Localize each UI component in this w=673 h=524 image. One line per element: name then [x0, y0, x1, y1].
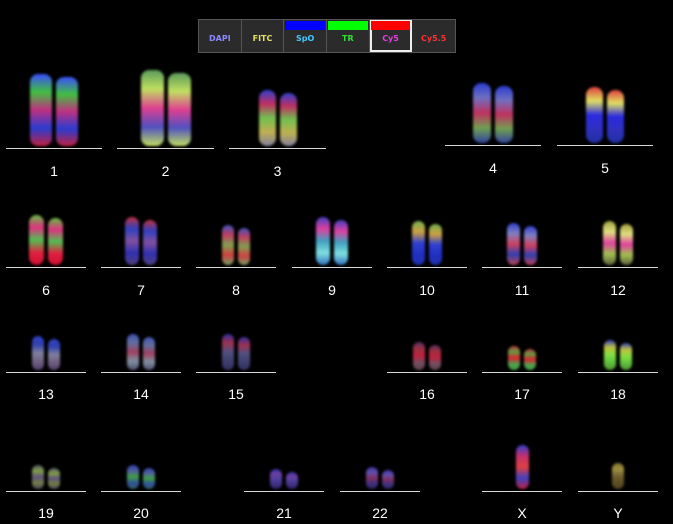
chromosome-homolog[interactable]: [382, 470, 394, 489]
chromosome-label: 20: [133, 505, 149, 521]
chromosome-slot-19[interactable]: 19: [6, 0, 86, 524]
chromosome-slot-22[interactable]: 22: [340, 0, 420, 524]
chromosome-homolog[interactable]: [48, 468, 60, 489]
chromosome-slot-y[interactable]: Y: [578, 0, 658, 524]
chromosome-homolog[interactable]: [143, 468, 155, 489]
chromosome-baseline: [6, 491, 86, 492]
chromosome-baseline: [578, 491, 658, 492]
chromosome-baseline: [244, 491, 324, 492]
chromosome-slot-21[interactable]: 21: [244, 0, 324, 524]
chromosome-homolog[interactable]: [429, 345, 441, 370]
chromosome-label: 19: [38, 505, 54, 521]
chromosome-homolog[interactable]: [366, 467, 378, 489]
chromosome-slot-20[interactable]: 20: [101, 0, 181, 524]
chromosome-homolog[interactable]: [286, 472, 298, 489]
chromosome-baseline: [482, 491, 562, 492]
karyotype-panel: 1 2 3 4 5 6 7 8 9 10 11 12 13 14 15 16 17 18 19 20 21 22 X Y: [0, 0, 673, 524]
chromosome-homolog[interactable]: [32, 465, 44, 489]
chromosome-homolog[interactable]: [222, 334, 234, 370]
chromosome-homolog[interactable]: [270, 469, 282, 489]
chromosome-slot-x[interactable]: X: [482, 0, 562, 524]
chromosome-label: 22: [372, 505, 388, 521]
chromosome-baseline: [101, 491, 181, 492]
chromosome-homolog[interactable]: [516, 445, 529, 489]
chromosome-homolog[interactable]: [612, 463, 624, 489]
chromosome-baseline: [340, 491, 420, 492]
chromosome-label: X: [517, 505, 527, 521]
chromosome-label: Y: [613, 505, 623, 521]
chromosome-label: 21: [276, 505, 292, 521]
chromosome-homolog[interactable]: [127, 465, 139, 489]
